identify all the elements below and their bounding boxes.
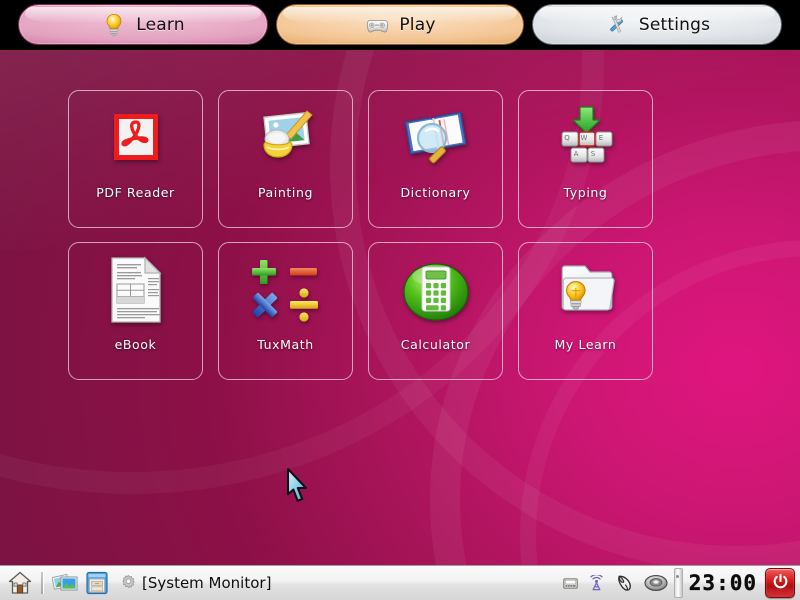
taskbar-window-button[interactable]: [System Monitor] <box>121 566 271 600</box>
app-tile-painting[interactable]: Painting <box>218 90 353 228</box>
tools-icon <box>604 12 630 38</box>
app-icon-grid: PDF Reader <box>68 90 654 380</box>
app-label-typing: Typing <box>564 185 608 200</box>
keyboard-tray-icon[interactable] <box>563 577 578 590</box>
svg-text:S: S <box>590 150 595 158</box>
file-cabinet-icon[interactable] <box>83 569 111 598</box>
svg-text:Q: Q <box>564 134 570 142</box>
gear-icon <box>121 574 136 593</box>
app-label-tuxmath: TuxMath <box>257 337 314 352</box>
tab-play-label: Play <box>399 15 435 35</box>
folder-lightbulb-icon <box>519 243 652 337</box>
app-label-calculator: Calculator <box>401 337 470 352</box>
taskbar-resize-handle[interactable] <box>674 568 683 598</box>
app-tile-tuxmath[interactable]: TuxMath <box>218 242 353 380</box>
taskbar-launchers <box>0 566 111 600</box>
mouse-icon[interactable] <box>615 574 633 592</box>
tab-learn[interactable]: Learn <box>18 4 268 45</box>
svg-text:E: E <box>598 134 602 142</box>
gamepad-icon <box>364 12 390 38</box>
system-tray <box>563 566 672 600</box>
svg-text:W: W <box>580 134 587 142</box>
app-tile-typing[interactable]: Q W E A S Typing <box>518 90 653 228</box>
home-icon[interactable] <box>6 569 34 598</box>
app-tile-pdf-reader[interactable]: PDF Reader <box>68 90 203 228</box>
pdf-file-icon <box>69 91 202 185</box>
calculator-icon <box>369 243 502 337</box>
arrow-cursor-icon <box>285 467 313 503</box>
app-tile-dictionary[interactable]: Dictionary <box>368 90 503 228</box>
app-label-painting: Painting <box>258 185 313 200</box>
document-page-icon <box>69 243 202 337</box>
desktop-wallpaper: PDF Reader <box>0 50 800 565</box>
app-label-dictionary: Dictionary <box>400 185 470 200</box>
power-icon <box>772 573 789 594</box>
app-tile-my-learn[interactable]: My Learn <box>518 242 653 380</box>
tab-play[interactable]: Play <box>276 4 524 45</box>
app-label-ebook: eBook <box>115 337 157 352</box>
paint-palette-icon <box>219 91 352 185</box>
desktop-screen: Learn <box>0 0 800 600</box>
app-label-my-learn: My Learn <box>555 337 617 352</box>
taskbar-clock[interactable]: 23:00 <box>685 571 765 595</box>
svg-text:A: A <box>573 150 578 158</box>
math-operators-icon <box>219 243 352 337</box>
display-images-icon[interactable] <box>51 569 79 598</box>
power-button[interactable] <box>765 568 795 598</box>
tab-settings[interactable]: Settings <box>532 4 782 45</box>
taskbar-window-title: [System Monitor] <box>142 574 271 592</box>
wireless-icon[interactable] <box>589 575 604 591</box>
app-label-pdf-reader: PDF Reader <box>96 185 175 200</box>
taskbar-separator <box>41 572 44 594</box>
lightbulb-icon <box>101 12 127 38</box>
app-tile-ebook[interactable]: eBook <box>68 242 203 380</box>
taskbar: [System Monitor] <box>0 565 800 600</box>
tab-learn-label: Learn <box>136 15 185 35</box>
keyboard-keys-icon: Q W E A S <box>519 91 652 185</box>
app-tile-calculator[interactable]: Calculator <box>368 242 503 380</box>
speaker-icon[interactable] <box>644 574 668 592</box>
book-magnifier-icon <box>369 91 502 185</box>
top-tab-bar: Learn <box>0 0 800 50</box>
tab-settings-label: Settings <box>639 15 710 35</box>
